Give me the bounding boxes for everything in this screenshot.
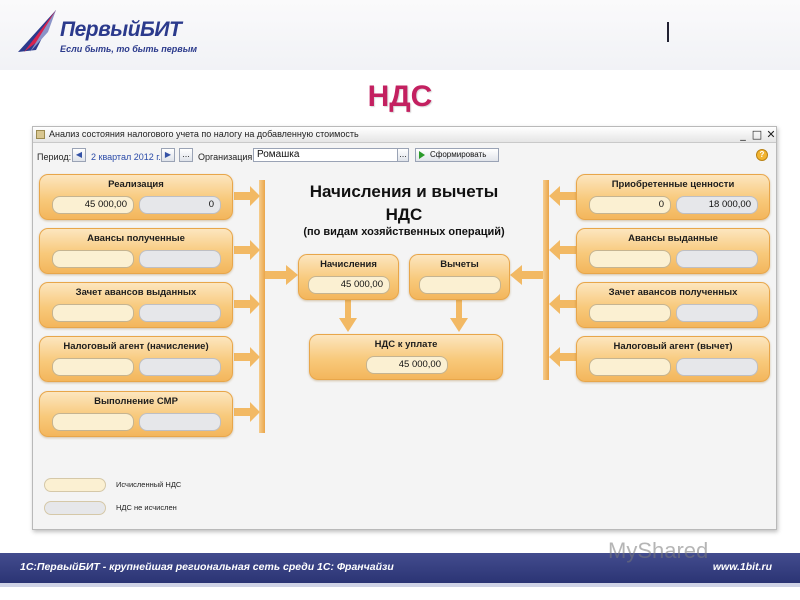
box-offset-advances-issued: Зачет авансов выданных: [39, 282, 233, 328]
box-tax-agent-deduction: Налоговый агент (вычет): [576, 336, 770, 382]
offset-advances-issued-field-2[interactable]: [139, 304, 221, 322]
sales-other-field[interactable]: 0: [139, 196, 221, 214]
advances-received-field-1[interactable]: [52, 250, 134, 268]
legend-swatch-calculated: [44, 478, 106, 492]
legend-label-not-calculated: НДС не исчислен: [116, 503, 177, 512]
box-label: Вычеты: [440, 259, 479, 270]
accruals-field[interactable]: 45 000,00: [308, 276, 390, 294]
box-label: Налоговый агент (начисление): [63, 341, 209, 352]
box-label: Авансы полученные: [87, 233, 185, 244]
acquired-values-field-1[interactable]: 0: [589, 196, 671, 214]
footer-url[interactable]: www.1bit.ru: [713, 561, 772, 573]
box-label: Авансы выданные: [628, 233, 718, 244]
legend-swatch-not-calculated: [44, 501, 106, 515]
box-construction: Выполнение СМР: [39, 391, 233, 437]
vat-payable-field[interactable]: 45 000,00: [366, 356, 448, 374]
box-accruals: Начисления 45 000,00: [298, 254, 399, 300]
box-vat-payable: НДС к уплате 45 000,00: [309, 334, 503, 380]
legend-label-calculated: Исчисленный НДС: [116, 480, 182, 489]
box-label: Реализация: [108, 179, 164, 190]
advances-issued-field-1[interactable]: [589, 250, 671, 268]
diagram-title-line1: Начисления и вычеты: [309, 182, 499, 201]
diagram-title-line2: НДС: [385, 205, 423, 224]
box-deductions: Вычеты: [409, 254, 510, 300]
deductions-field[interactable]: [419, 276, 501, 294]
box-advances-issued: Авансы выданные: [576, 228, 770, 274]
offset-advances-received-field-2[interactable]: [676, 304, 758, 322]
box-advances-received: Авансы полученные: [39, 228, 233, 274]
sales-vat-field[interactable]: 45 000,00: [52, 196, 134, 214]
tax-agent-deduction-field-1[interactable]: [589, 358, 671, 376]
construction-field-2[interactable]: [139, 413, 221, 431]
box-tax-agent-accrual: Налоговый агент (начисление): [39, 336, 233, 382]
tax-agent-deduction-field-2[interactable]: [676, 358, 758, 376]
diagram-title-line3: (по видам хозяйственных операций): [303, 226, 505, 238]
advances-received-field-2[interactable]: [139, 250, 221, 268]
box-label: Зачет авансов выданных: [75, 287, 197, 298]
offset-advances-received-field-1[interactable]: [589, 304, 671, 322]
offset-advances-issued-field-1[interactable]: [52, 304, 134, 322]
footer-strip: [0, 583, 800, 587]
box-acquired-values: Приобретенные ценности 0 18 000,00: [576, 174, 770, 220]
box-label: Зачет авансов полученных: [608, 287, 738, 298]
footer-slogan: 1С:ПервыйБИТ - крупнейшая региональная с…: [20, 561, 394, 573]
advances-issued-field-2[interactable]: [676, 250, 758, 268]
box-label: Начисления: [320, 259, 377, 270]
box-label: НДС к уплате: [374, 339, 438, 350]
construction-field-1[interactable]: [52, 413, 134, 431]
tax-agent-accrual-field-2[interactable]: [139, 358, 221, 376]
box-label: Налоговый агент (вычет): [613, 341, 733, 352]
box-label: Приобретенные ценности: [611, 179, 735, 190]
box-sales: Реализация 45 000,00 0: [39, 174, 233, 220]
box-offset-advances-received: Зачет авансов полученных: [576, 282, 770, 328]
acquired-values-field-2[interactable]: 18 000,00: [676, 196, 758, 214]
watermark: MyShared: [608, 538, 709, 563]
box-label: Выполнение СМР: [94, 396, 178, 407]
tax-agent-accrual-field-1[interactable]: [52, 358, 134, 376]
